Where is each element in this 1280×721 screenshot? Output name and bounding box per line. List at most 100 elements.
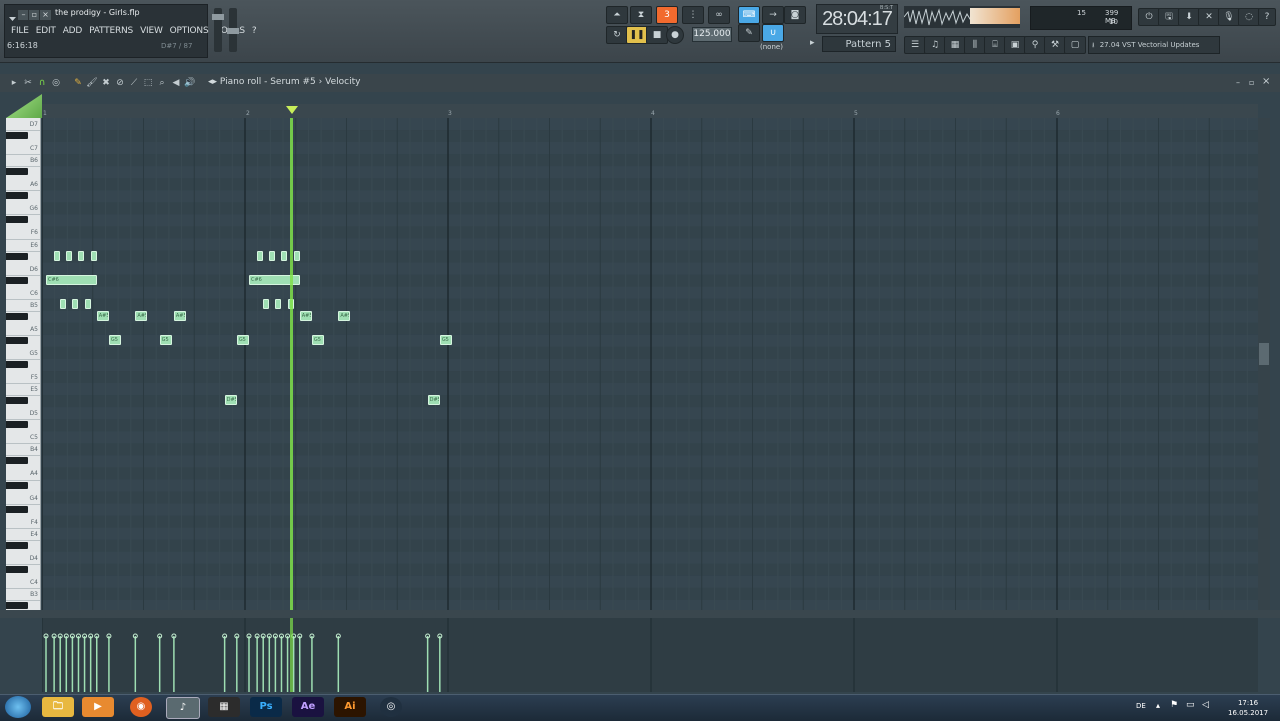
note[interactable] bbox=[66, 250, 73, 261]
mixer-icon[interactable]: ⫼ bbox=[964, 36, 986, 54]
black-key[interactable] bbox=[6, 602, 28, 609]
recording-filter-icon[interactable]: ◙ bbox=[784, 6, 806, 24]
note[interactable]: A#5 bbox=[338, 310, 351, 321]
tools-icon[interactable]: ✂ bbox=[22, 77, 34, 89]
pencil-icon[interactable]: ✎ bbox=[72, 77, 84, 89]
taskbar-illustrator-icon[interactable]: Ai bbox=[334, 697, 366, 717]
browser-icon[interactable]: ⌸ bbox=[984, 36, 1006, 54]
zoom-corner-handle[interactable] bbox=[6, 94, 42, 118]
note[interactable] bbox=[263, 298, 270, 309]
tempo-tapper-icon[interactable]: ⚒ bbox=[1044, 36, 1066, 54]
close-window-icon[interactable]: × bbox=[1262, 76, 1270, 87]
black-key[interactable] bbox=[6, 132, 28, 140]
note[interactable]: G5 bbox=[108, 334, 122, 345]
plugin-icon[interactable]: ⚲ bbox=[1024, 36, 1046, 54]
note[interactable]: D#5 bbox=[224, 395, 237, 406]
note[interactable]: G5 bbox=[236, 334, 249, 345]
black-key[interactable] bbox=[6, 168, 28, 176]
note[interactable]: G5 bbox=[159, 334, 172, 345]
note[interactable] bbox=[72, 298, 79, 309]
note[interactable] bbox=[60, 298, 67, 309]
record-button[interactable]: ● bbox=[666, 26, 684, 44]
power-icon[interactable]: ⏻ bbox=[1138, 8, 1160, 26]
note[interactable] bbox=[78, 250, 85, 261]
typing-keyboard-icon[interactable]: ⌨ bbox=[738, 6, 760, 24]
render-icon[interactable]: ⬇ bbox=[1178, 8, 1200, 26]
pattern-selector[interactable]: Pattern 5 bbox=[822, 36, 896, 52]
black-key[interactable] bbox=[6, 312, 28, 320]
delete-icon[interactable]: ✖ bbox=[100, 77, 112, 89]
event-splitter[interactable] bbox=[0, 610, 1280, 618]
playhead-marker-icon[interactable] bbox=[286, 106, 298, 114]
taskbar-after-effects-icon[interactable]: Ae bbox=[292, 697, 324, 717]
tray-expand-icon[interactable]: ▴ bbox=[1156, 701, 1160, 710]
tray-clock[interactable]: 17:16 16.05.2017 bbox=[1228, 698, 1268, 718]
brush-icon[interactable]: 🖌 bbox=[86, 77, 98, 89]
black-key[interactable] bbox=[6, 421, 28, 429]
note[interactable] bbox=[293, 250, 300, 261]
note[interactable]: A#5 bbox=[96, 310, 109, 321]
note[interactable] bbox=[281, 250, 288, 261]
tempo-display[interactable]: 125.000 bbox=[692, 27, 732, 42]
black-key[interactable] bbox=[6, 565, 28, 573]
pattern-selector-arrow-icon[interactable]: ▸ bbox=[810, 38, 820, 50]
magnet-icon[interactable]: ∪ bbox=[762, 24, 784, 42]
black-key[interactable] bbox=[6, 481, 28, 489]
note[interactable] bbox=[54, 250, 61, 261]
speaker-icon[interactable]: 🔊 bbox=[184, 77, 196, 89]
countdown-icon[interactable]: 3 bbox=[656, 6, 678, 24]
tools-icon[interactable]: ✕ bbox=[1198, 8, 1220, 26]
channel-arrows-icon[interactable]: ◂▸ bbox=[208, 77, 217, 87]
note[interactable]: G5 bbox=[439, 334, 452, 345]
black-key[interactable] bbox=[6, 457, 28, 465]
black-key[interactable] bbox=[6, 541, 28, 549]
play-note-icon[interactable]: ◎ bbox=[50, 77, 62, 89]
chat-icon[interactable]: ◌ bbox=[1238, 8, 1260, 26]
tray-volume-icon[interactable]: ◁ bbox=[1202, 700, 1209, 710]
taskbar-explorer-icon[interactable]: 🗀 bbox=[42, 697, 74, 717]
close-button[interactable]: × bbox=[39, 9, 52, 21]
piano-keyboard[interactable]: D7 C7 B6 A6 G6 F6 E6 D6 C6 B5 A5 G5 F5 E5 D5 C5 B4 A4 G4 F4… bbox=[6, 118, 41, 610]
pause-button[interactable]: ❚❚ bbox=[626, 26, 648, 44]
playback-icon[interactable]: ◀ bbox=[170, 77, 182, 89]
microphone-icon[interactable]: 🎙 bbox=[1218, 8, 1240, 26]
note[interactable] bbox=[90, 250, 97, 261]
menu-help[interactable]: ? bbox=[252, 26, 257, 36]
minimize-window-icon[interactable]: – bbox=[1236, 78, 1240, 87]
tray-network-icon[interactable]: ▭ bbox=[1186, 700, 1195, 710]
taskbar-media-icon[interactable]: ▶ bbox=[82, 697, 114, 717]
plugin-picker-icon[interactable]: ▣ bbox=[1004, 36, 1026, 54]
song-mode-icon[interactable]: ↻ bbox=[606, 26, 628, 44]
note[interactable]: C#6 bbox=[46, 274, 97, 285]
pencil-icon[interactable]: ✎ bbox=[738, 24, 760, 42]
magnet-icon[interactable]: ∩ bbox=[36, 77, 48, 89]
stop-button[interactable]: ■ bbox=[646, 26, 668, 44]
velocity-lane[interactable] bbox=[42, 618, 1258, 692]
slice-icon[interactable]: ⟋ bbox=[128, 77, 140, 89]
blend-notes-icon[interactable]: ⋮ bbox=[682, 6, 704, 24]
menu-edit[interactable]: EDIT bbox=[36, 26, 56, 36]
black-key[interactable] bbox=[6, 252, 28, 260]
note[interactable]: G5 bbox=[311, 334, 325, 345]
black-key[interactable] bbox=[6, 361, 28, 368]
keyboard-language[interactable]: DE bbox=[1136, 702, 1146, 710]
master-pitch-handle[interactable] bbox=[227, 28, 239, 34]
metronome-icon[interactable]: ⏶ bbox=[606, 6, 628, 24]
taskbar-fl-studio-icon[interactable]: ♪ bbox=[166, 697, 200, 719]
menu-add[interactable]: ADD bbox=[63, 26, 83, 36]
black-key[interactable] bbox=[6, 505, 28, 513]
event-target[interactable]: Velocity bbox=[325, 77, 360, 87]
piano-roll-icon[interactable]: ♫ bbox=[924, 36, 946, 54]
timeline-ruler[interactable]: 1 2 3 4 5 6 bbox=[42, 104, 1258, 119]
maximize-window-icon[interactable]: ▫ bbox=[1249, 78, 1254, 87]
start-button[interactable] bbox=[5, 696, 31, 718]
taskbar-firefox-icon[interactable]: ◉ bbox=[130, 697, 152, 717]
menu-arrow-icon[interactable]: ▸ bbox=[8, 77, 20, 89]
channel-rack-icon[interactable]: ▦ bbox=[944, 36, 966, 54]
note[interactable]: A#5 bbox=[173, 310, 187, 321]
note[interactable] bbox=[275, 298, 282, 309]
taskbar-film-icon[interactable]: ▦ bbox=[208, 697, 240, 717]
news-panel[interactable]: ⭳ 27.04 VST Vectorial Updates bbox=[1088, 36, 1220, 54]
taskbar-cinema4d-icon[interactable]: ◎ bbox=[380, 697, 402, 717]
master-volume-handle[interactable] bbox=[212, 14, 224, 20]
